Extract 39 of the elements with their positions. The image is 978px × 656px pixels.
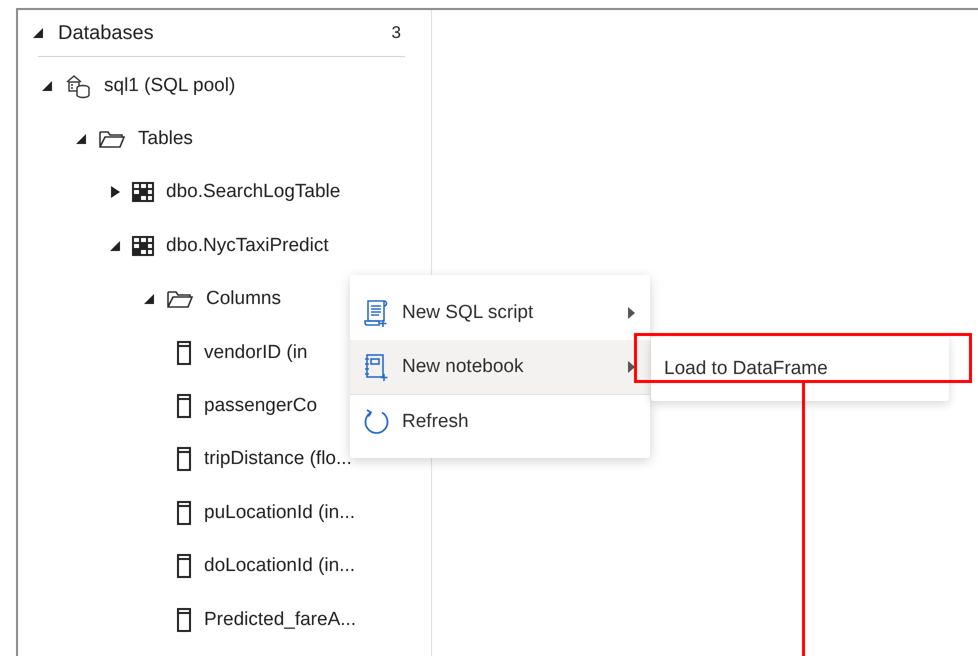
section-title: Databases [58, 22, 155, 44]
collapse-icon[interactable] [75, 133, 87, 146]
table-icon [132, 236, 154, 256]
submenu-arrow-icon [627, 306, 636, 320]
column-icon [176, 394, 192, 418]
expand-icon[interactable] [109, 185, 121, 200]
collapse-icon[interactable] [109, 240, 121, 252]
tree-item-label[interactable]: puLocationId (in... [204, 502, 356, 524]
column-icon [176, 447, 192, 472]
column-icon [176, 608, 192, 632]
item-count: 3 [392, 23, 401, 43]
tree-item-label[interactable]: Predicted_fareA... [204, 608, 356, 631]
submenu-arrow-icon [627, 360, 636, 374]
database-icon [64, 72, 92, 99]
collapse-icon[interactable] [32, 27, 44, 39]
tree-item-label[interactable]: Columns [206, 288, 281, 310]
menu-item[interactable]: New SQL script [350, 286, 650, 340]
table-icon [132, 182, 154, 202]
collapse-icon[interactable] [41, 80, 53, 92]
tree-item-label[interactable]: doLocationId (in... [204, 555, 356, 578]
refresh-icon [362, 408, 390, 436]
notebook-icon [362, 352, 390, 382]
folder-icon [166, 288, 194, 310]
tree-item-label[interactable]: dbo.NycTaxiPredict [166, 234, 329, 257]
column-icon [176, 340, 192, 365]
tree-item-label[interactable]: Tables [138, 128, 193, 150]
script-icon [362, 298, 390, 328]
tree-item-label[interactable]: passengerCo [204, 395, 318, 418]
folder-icon [98, 128, 126, 150]
menu-item[interactable]: Refresh [350, 394, 650, 448]
menu-item[interactable]: New notebook [350, 340, 650, 394]
tree-item-label[interactable]: tripDistance (flo... [204, 448, 352, 470]
menu-item[interactable]: Load to DataFrame [651, 337, 949, 401]
tree-item-label[interactable]: vendorID (in [204, 342, 308, 364]
tree-item-label[interactable]: sql1 (SQL pool) [104, 74, 236, 97]
tree-item-label[interactable]: dbo.SearchLogTable [166, 181, 340, 204]
collapse-icon[interactable] [143, 293, 155, 306]
column-icon [176, 500, 192, 525]
column-icon [176, 554, 192, 578]
